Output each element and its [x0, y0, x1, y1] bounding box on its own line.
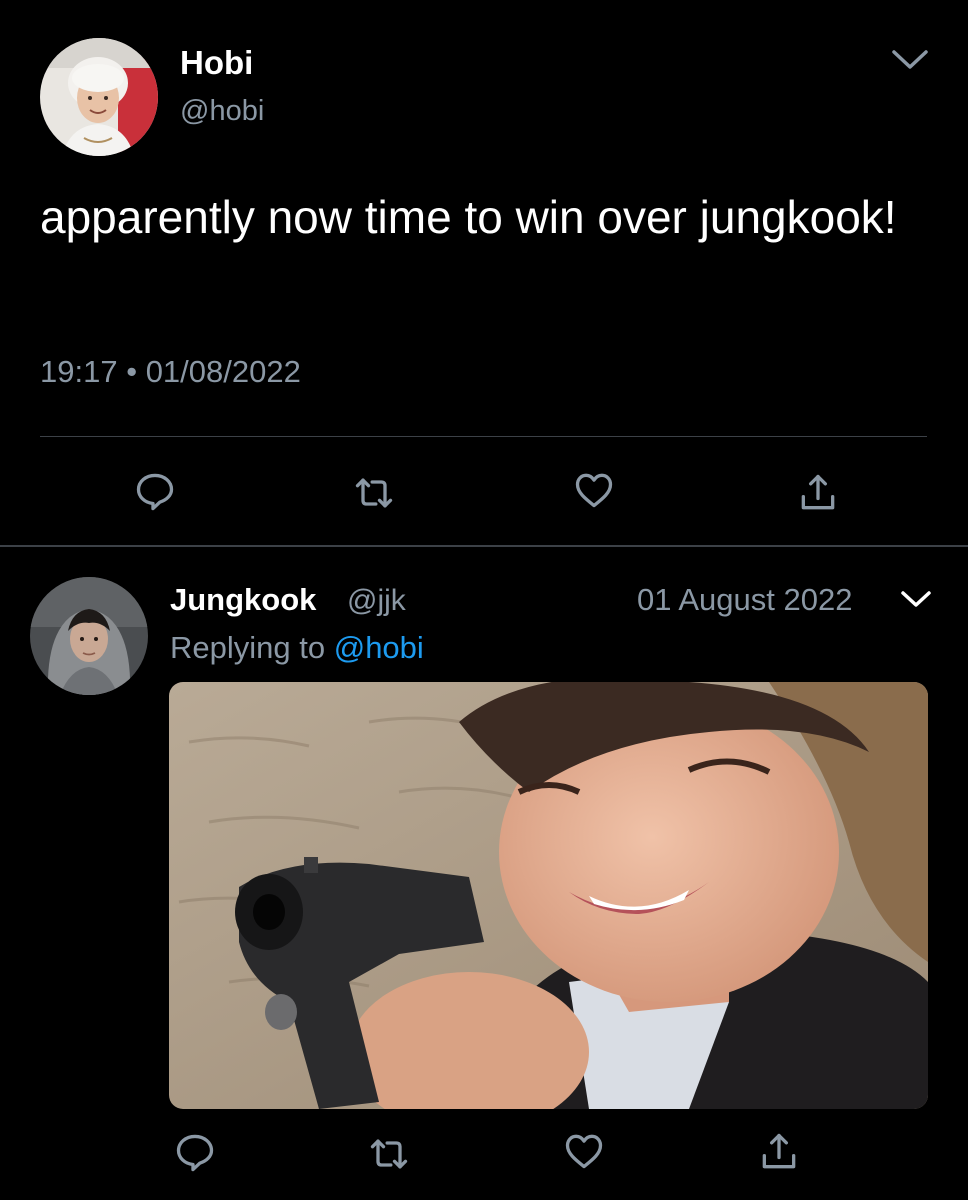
tweet-time: 19:17 [40, 354, 118, 389]
share-button[interactable] [751, 1124, 807, 1180]
chevron-down-icon [901, 591, 931, 607]
retweet-icon [370, 1139, 408, 1169]
divider [40, 436, 927, 437]
reply-menu-button[interactable] [898, 583, 934, 615]
reply-icon [176, 1134, 214, 1172]
retweet-button[interactable] [346, 465, 402, 521]
media-photo [169, 682, 928, 1109]
share-icon [801, 474, 835, 510]
retweet-icon [355, 478, 393, 508]
tweet-text: apparently now time to win over jungkook… [40, 191, 897, 243]
author-name[interactable]: Hobi [180, 44, 253, 82]
reply-media-image[interactable] [169, 682, 928, 1109]
replying-to-mention[interactable]: @hobi [334, 630, 424, 665]
replying-to-label: Replying to [170, 630, 326, 665]
author-handle[interactable]: @hobi [180, 95, 264, 128]
tweet-date: 01/08/2022 [145, 354, 301, 389]
meta-separator: • [126, 354, 138, 389]
tweet-menu-button[interactable] [888, 42, 932, 76]
reply-icon [136, 473, 174, 511]
reply-author-name[interactable]: Jungkook [170, 582, 316, 618]
avatar-jungkook[interactable] [30, 577, 148, 695]
replying-to: Replying to @hobi [170, 630, 424, 666]
tweet-timestamp[interactable]: 19:17 • 01/08/2022 [40, 354, 301, 390]
retweet-button[interactable] [361, 1126, 417, 1182]
like-icon [575, 473, 613, 508]
share-button[interactable] [790, 465, 846, 521]
reply-date[interactable]: 01 August 2022 [637, 582, 852, 618]
like-button[interactable] [566, 462, 622, 518]
reply-author-handle[interactable]: @jjk [347, 584, 406, 618]
reply-button[interactable] [167, 1124, 223, 1180]
thread-divider [0, 545, 968, 547]
share-icon [762, 1133, 796, 1169]
chevron-down-icon [892, 50, 928, 69]
avatar-hobi[interactable] [40, 38, 158, 156]
like-button[interactable] [556, 1123, 612, 1179]
like-icon [565, 1134, 603, 1169]
reply-button[interactable] [127, 463, 183, 519]
